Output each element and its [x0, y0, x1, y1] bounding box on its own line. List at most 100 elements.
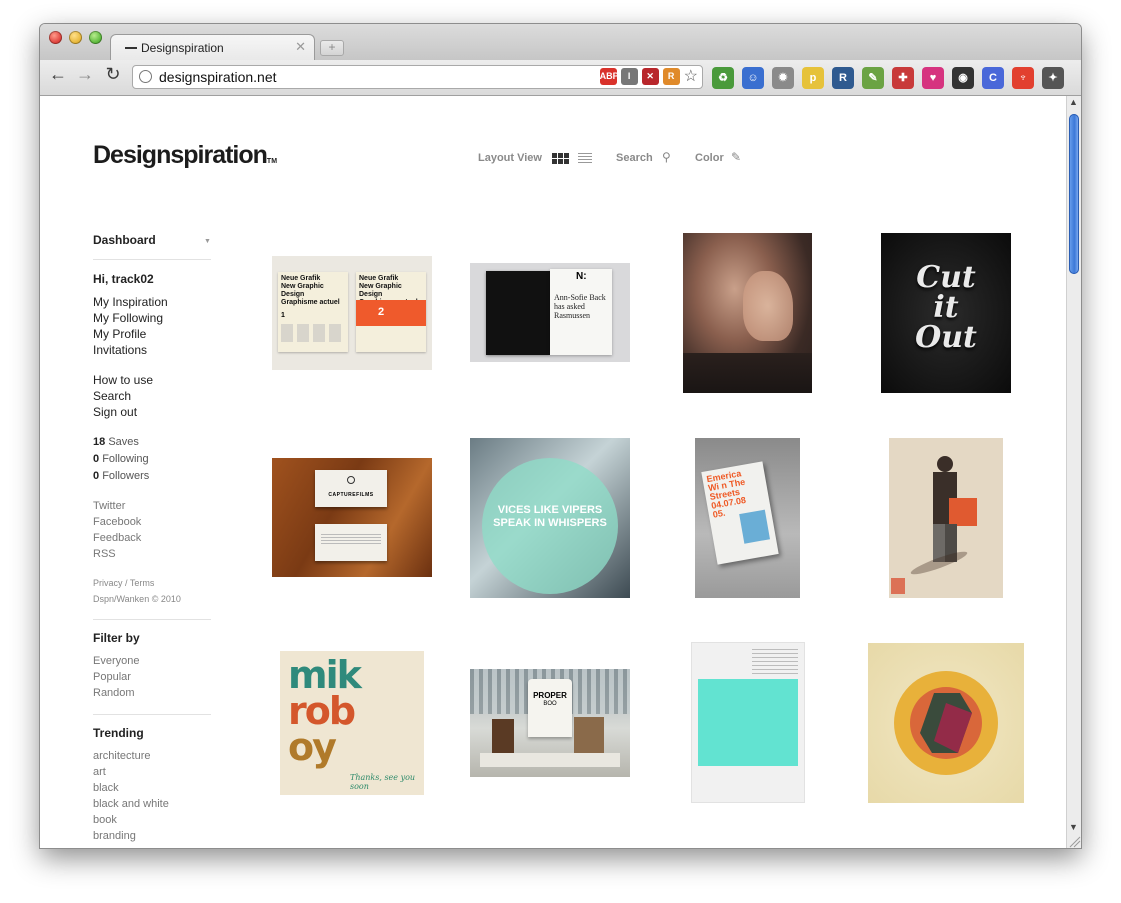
face-extension-icon[interactable]: ☺: [742, 67, 764, 89]
sidebar-link-my-inspiration[interactable]: My Inspiration: [93, 295, 168, 309]
card-back: [315, 524, 387, 561]
stat-label: Following: [102, 453, 149, 465]
rss-icon[interactable]: R: [662, 68, 680, 85]
stat-label: Saves: [108, 436, 139, 448]
adblock-icon[interactable]: ABP: [599, 68, 619, 85]
trending-tag-book[interactable]: book: [93, 814, 117, 826]
new-tab-button[interactable]: +: [320, 40, 344, 56]
search-link[interactable]: Search: [616, 152, 653, 164]
social-link-twitter[interactable]: Twitter: [93, 500, 125, 512]
hexagon-shape: [920, 693, 972, 753]
color-wheel-extension-icon[interactable]: ◉: [952, 67, 974, 89]
scroll-down-icon[interactable]: ▼: [1069, 822, 1078, 832]
thumb-book-spread[interactable]: N: Ann-Sofie Back has asked Rasmussen: [470, 263, 630, 362]
letters-row3: oy: [288, 725, 337, 769]
dashboard-link[interactable]: Dashboard: [93, 233, 156, 247]
readability-icon[interactable]: I: [620, 68, 638, 85]
pin-extension-icon[interactable]: ✚: [892, 67, 914, 89]
tab-designspiration[interactable]: Designspiration ✕: [110, 34, 315, 60]
chevron-down-icon[interactable]: ▼: [204, 238, 211, 245]
stop-icon[interactable]: ✕: [641, 68, 659, 85]
divider: [93, 714, 211, 715]
p-extension-icon[interactable]: p: [802, 67, 824, 89]
stat-followers[interactable]: 0 Followers: [93, 470, 149, 482]
stat-count: 0: [93, 453, 100, 465]
sidebar-link-how-to-use[interactable]: How to use: [93, 373, 153, 387]
evernote-extension-icon[interactable]: ✎: [862, 67, 884, 89]
wrench-icon[interactable]: ✦: [1042, 67, 1064, 89]
filter-everyone[interactable]: Everyone: [93, 655, 139, 667]
sidebar-link-sign-out[interactable]: Sign out: [93, 405, 137, 419]
gear-extension-icon[interactable]: ✹: [772, 67, 794, 89]
globe-icon: [139, 70, 152, 83]
thumb-mikroboy[interactable]: mik rob oy Thanks, see you soon: [280, 651, 424, 795]
thumb-proper-packaging[interactable]: PROPER BOO: [470, 669, 630, 777]
browser-window: Designspiration ✕ + ← → ↻ designspiratio…: [40, 24, 1081, 848]
r-extension-icon[interactable]: R: [832, 67, 854, 89]
stat-following[interactable]: 0 Following: [93, 453, 149, 465]
thumb-business-cards[interactable]: CAPTUREFILMS: [272, 458, 432, 577]
extensions-bar: ♻ ☺ ✹ p R ✎ ✚ ♥ ◉ C ♆ ✦: [712, 67, 1064, 89]
recycle-extension-icon[interactable]: ♻: [712, 67, 734, 89]
heart-extension-icon[interactable]: ♥: [922, 67, 944, 89]
vertical-scrollbar[interactable]: ▲ ▼: [1066, 96, 1081, 848]
eyedropper-icon[interactable]: ✎: [731, 150, 741, 164]
cover-line1: Neue Grafik: [359, 275, 399, 282]
thumb-emerica-poster[interactable]: Emerica Wi n The Streets 04.07.08 05.: [695, 438, 800, 598]
url-text[interactable]: designspiration.net: [159, 69, 277, 85]
window-zoom-button[interactable]: [89, 31, 102, 44]
sidebar-link-invitations[interactable]: Invitations: [93, 343, 147, 357]
stat-saves[interactable]: 18 Saves: [93, 436, 139, 448]
c-extension-icon[interactable]: C: [982, 67, 1004, 89]
scroll-up-icon[interactable]: ▲: [1069, 97, 1078, 107]
scrollbar-thumb[interactable]: [1069, 114, 1079, 274]
address-bar[interactable]: designspiration.net ABP I ✕ R ☆: [132, 65, 703, 89]
list-view-icon[interactable]: [578, 153, 592, 164]
filter-popular[interactable]: Popular: [93, 671, 131, 683]
thumb-neue-grafik[interactable]: Neue Grafik New Graphic Design Graphisme…: [272, 256, 432, 370]
letters-row1: mik: [288, 653, 362, 697]
stat-count: 0: [93, 470, 100, 482]
trending-tag-black[interactable]: black: [93, 782, 119, 794]
teal-block: [698, 679, 798, 766]
resize-grip-icon[interactable]: [1066, 833, 1081, 848]
sidebar-link-search[interactable]: Search: [93, 389, 131, 403]
window-close-button[interactable]: [49, 31, 62, 44]
forward-button[interactable]: →: [75, 64, 95, 85]
filter-random[interactable]: Random: [93, 687, 135, 699]
back-button[interactable]: ←: [48, 64, 68, 85]
trending-tag-architecture[interactable]: architecture: [93, 750, 150, 762]
reload-button[interactable]: ↻: [103, 64, 123, 85]
tab-close-icon[interactable]: ✕: [295, 39, 306, 55]
thumb-portrait-photo[interactable]: [683, 233, 812, 393]
bookmark-star-icon[interactable]: ☆: [684, 68, 698, 85]
signature-text: Thanks, see you soon: [350, 773, 416, 791]
thumb-cut-it-out[interactable]: Cut it Out: [881, 233, 1011, 393]
thumb-collage-figure[interactable]: [889, 438, 1003, 598]
social-link-rss[interactable]: RSS: [93, 548, 116, 560]
color-link[interactable]: Color: [695, 152, 724, 164]
trending-tag-black-and-white[interactable]: black and white: [93, 798, 169, 810]
trending-tag-branding[interactable]: branding: [93, 830, 136, 842]
trending-tag-art[interactable]: art: [93, 766, 106, 778]
window-minimize-button[interactable]: [69, 31, 82, 44]
social-link-facebook[interactable]: Facebook: [93, 516, 141, 528]
poster-line1: VICES LIKE VIPERS: [497, 504, 603, 516]
social-link-feedback[interactable]: Feedback: [93, 532, 141, 544]
logo-text: Designspiration: [93, 141, 268, 169]
sidebar-link-my-profile[interactable]: My Profile: [93, 327, 146, 341]
privacy-terms-link[interactable]: Privacy / Terms: [93, 578, 154, 588]
search-icon[interactable]: ⚲: [662, 150, 671, 164]
cover-number: 2: [378, 306, 385, 318]
cover-line3: Graphisme actuel: [281, 299, 340, 306]
shield-extension-icon[interactable]: ♆: [1012, 67, 1034, 89]
cover-line1: Neue Grafik: [281, 275, 321, 282]
stat-label: Followers: [102, 470, 150, 482]
thumb-vices-like-vipers[interactable]: VICES LIKE VIPERS SPEAK IN WHISPERS: [470, 438, 630, 598]
grid-view-icon[interactable]: [552, 153, 570, 164]
package-sub: BOO: [543, 701, 557, 707]
site-logo[interactable]: DesignspirationTM: [93, 141, 277, 170]
sidebar-link-my-following[interactable]: My Following: [93, 311, 163, 325]
thumb-letterhead[interactable]: [692, 643, 804, 802]
thumb-geometric-circle[interactable]: [868, 643, 1024, 803]
